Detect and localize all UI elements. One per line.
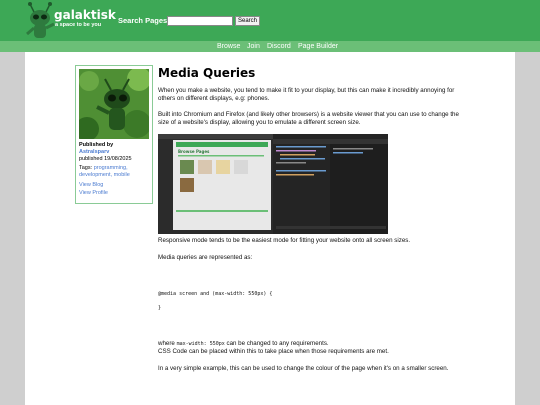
- tag-development[interactable]: development,: [79, 172, 112, 178]
- devtools-screenshot-image: Browse Pages: [158, 134, 388, 234]
- search-button[interactable]: Search: [235, 16, 260, 26]
- published-date: published 19/08/2025: [79, 156, 132, 162]
- inline-code: max-width: 550px: [176, 341, 225, 347]
- paragraph-3: Responsive mode tends to be the easiest …: [158, 237, 411, 244]
- alien-logo-icon[interactable]: [24, 2, 58, 42]
- author-card: Published by Astralsparv published 19/08…: [75, 65, 153, 204]
- paragraph-4: Media queries are represented as:: [158, 254, 253, 261]
- nav-bar: Browse Join Discord Page Builder: [0, 41, 540, 52]
- tags-row-2: development, mobile: [79, 172, 130, 179]
- site-name[interactable]: galaktisk: [54, 8, 116, 22]
- paragraph-2: Built into Chromium and Firefox (and lik…: [158, 111, 459, 126]
- tag-programming[interactable]: programming,: [94, 165, 128, 171]
- code-line-2: }: [158, 305, 162, 311]
- paragraph-6: CSS Code can be placed within this to ta…: [158, 348, 389, 355]
- avatar: [79, 69, 149, 139]
- nav-join[interactable]: Join: [247, 42, 260, 51]
- tags-label: Tags:: [79, 165, 93, 171]
- nav-browse[interactable]: Browse: [217, 42, 240, 51]
- inner-page-title: Browse Pages: [178, 149, 210, 154]
- search-input[interactable]: [167, 16, 233, 26]
- paragraph-5-pre: where: [158, 340, 177, 347]
- view-blog-link[interactable]: View Blog: [79, 182, 103, 189]
- author-link[interactable]: Astralsparv: [79, 149, 109, 156]
- paragraph-5: where max-width: 550px can be changed to…: [158, 340, 463, 348]
- view-profile-link[interactable]: View Profile: [79, 190, 108, 197]
- site-header: galaktisk a space to be you Search Pages…: [0, 0, 540, 41]
- nav-page-builder[interactable]: Page Builder: [298, 42, 338, 51]
- published-by-label: Published by: [79, 142, 114, 148]
- article-title: Media Queries: [158, 66, 256, 80]
- search-label: Search Pages:: [118, 16, 170, 25]
- nav-discord[interactable]: Discord: [267, 42, 291, 51]
- site-tagline: a space to be you: [55, 22, 102, 28]
- paragraph-1: When you make a website, you tend to mak…: [158, 87, 455, 102]
- paragraph-7: In a very simple example, this can be us…: [158, 365, 449, 372]
- paragraph-5-post: can be changed to any requirements.: [224, 340, 329, 347]
- tag-mobile[interactable]: mobile: [114, 172, 130, 178]
- tags-row: Tags: programming,: [79, 165, 128, 172]
- code-line-1: @media screen and (max-width: 550px) {: [158, 291, 273, 297]
